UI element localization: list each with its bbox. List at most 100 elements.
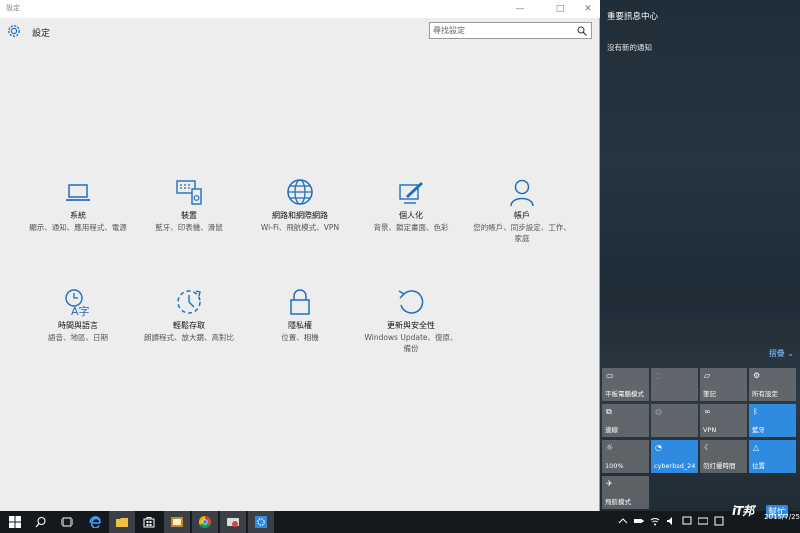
search-button[interactable] (28, 511, 54, 533)
maximize-button[interactable]: □ (550, 2, 570, 16)
close-button[interactable]: ✕ (578, 2, 598, 16)
task-view-button[interactable] (54, 511, 80, 533)
tile-label: 輕鬆存取 (173, 321, 205, 330)
quick-action-airplane-mode[interactable]: ✈ 飛航模式 (602, 476, 649, 509)
quick-action-disabled[interactable]: ◌ (651, 368, 698, 401)
action-center-title: 重要訊息中心 (607, 12, 659, 22)
tile-label: 個人化 (399, 211, 423, 220)
connect-icon: ⧉ (606, 407, 612, 416)
tile-description: 語音、地區、日期 (48, 333, 108, 342)
quick-action-tablet-mode[interactable]: ▭ 平板電腦模式 (602, 368, 649, 401)
tile-personalization[interactable]: 個人化 背景、鎖定畫面、色彩 (356, 177, 466, 233)
quick-action-label: 100% (605, 462, 624, 470)
chrome-icon (199, 516, 211, 528)
note-icon: ▱ (704, 371, 711, 380)
moon-icon: ☾ (704, 443, 712, 452)
notification-icon[interactable] (682, 516, 692, 526)
bluetooth-icon: ᛒ (753, 407, 758, 416)
app-button[interactable] (220, 511, 246, 533)
collapse-button[interactable]: 摺疊 ⌄ (769, 348, 794, 359)
chevron-up-icon[interactable] (618, 516, 628, 526)
tablet-icon: ▭ (606, 371, 614, 380)
gear-icon (255, 516, 267, 528)
quick-action-vpn[interactable]: ∞ VPN (700, 404, 747, 437)
ease-of-access-icon (177, 290, 201, 314)
quick-action-all-settings[interactable]: ⚙ 所有設定 (749, 368, 796, 401)
quick-action-label: 藍牙 (752, 426, 765, 434)
tile-description: 位置、相機 (281, 333, 319, 342)
tile-time-language[interactable]: A字 時間與語言 語音、地區、日期 (23, 287, 133, 343)
minimize-button[interactable]: — (510, 2, 530, 16)
quick-action-label: 飛航模式 (605, 498, 631, 506)
photo-app-button[interactable] (164, 511, 190, 533)
tile-description: 背景、鎖定畫面、色彩 (373, 223, 449, 232)
laptop-icon (66, 184, 90, 201)
tile-privacy[interactable]: 隱私權 位置、相機 (245, 287, 355, 343)
tile-devices[interactable]: 裝置 藍牙、印表機、滑鼠 (134, 177, 244, 233)
tile-description: 藍牙、印表機、滑鼠 (155, 223, 223, 232)
battery-icon[interactable] (634, 516, 644, 526)
brightness-icon: ☼ (606, 443, 614, 452)
quick-action-note[interactable]: ▱ 筆記 (700, 368, 747, 401)
tile-label: 時間與語言 (58, 321, 98, 330)
quick-action-label: 連線 (605, 426, 618, 434)
airplane-icon: ✈ (606, 479, 613, 488)
tile-label: 隱私權 (288, 321, 312, 330)
tile-ease-of-access[interactable]: 輕鬆存取 朗讀程式、放大鏡、高對比 (134, 287, 244, 343)
devices-icon (176, 180, 202, 205)
quick-action-connect[interactable]: ⧉ 連線 (602, 404, 649, 437)
tile-description: 朗讀程式、放大鏡、高對比 (144, 333, 234, 342)
location-icon: △ (753, 443, 760, 452)
keyboard-icon[interactable] (698, 516, 708, 526)
tile-label: 網路和網際網路 (272, 211, 328, 220)
search-box[interactable] (429, 22, 592, 39)
chrome-button[interactable] (192, 511, 218, 533)
search-input[interactable] (433, 24, 573, 37)
quick-action-label: 筆記 (703, 390, 716, 398)
store-button[interactable] (136, 511, 162, 533)
input-method-icon[interactable] (714, 516, 724, 526)
gear-icon: ⚙ (753, 371, 761, 380)
chevron-down-icon: ⌄ (787, 349, 794, 358)
quick-action-label: cyberbsd_24 (654, 462, 696, 470)
taskbar-clock[interactable]: 2015/7/25 (760, 513, 800, 521)
tile-update-security[interactable]: 更新與安全性 Windows Update、復原、備份 (356, 287, 466, 354)
quick-action-wifi[interactable]: ◔ cyberbsd_24 (651, 440, 698, 473)
tile-accounts[interactable]: 帳戶 您的帳戶、同步設定、工作、家庭 (467, 177, 577, 244)
tile-label: 更新與安全性 (387, 321, 435, 330)
quick-action-brightness[interactable]: ☼ 100% (602, 440, 649, 473)
start-button[interactable] (2, 511, 28, 533)
lock-icon (290, 289, 310, 315)
quick-action-label: 平板電腦模式 (605, 390, 644, 398)
tile-label: 裝置 (181, 211, 197, 220)
settings-taskbar-button[interactable] (248, 511, 274, 533)
tile-label: 帳戶 (514, 211, 530, 220)
time-language-icon: A字 (65, 289, 90, 317)
paint-icon (399, 182, 423, 204)
volume-icon[interactable] (666, 516, 676, 526)
quick-action-label: VPN (703, 426, 717, 434)
vpn-icon: ∞ (704, 407, 711, 416)
windows-logo-icon (9, 516, 21, 528)
quick-action-bluetooth[interactable]: ᛒ 藍牙 (749, 404, 796, 437)
edge-button[interactable] (82, 511, 108, 533)
tile-description: 您的帳戶、同步設定、工作、家庭 (473, 223, 571, 243)
globe-icon (287, 179, 313, 205)
wifi-icon[interactable] (650, 516, 660, 526)
app-icon (227, 518, 239, 527)
file-explorer-button[interactable] (109, 511, 135, 533)
search-icon[interactable] (577, 26, 587, 36)
quick-action-location[interactable]: △ 位置 (749, 440, 796, 473)
tile-description: 顯示、通知、應用程式、電源 (29, 223, 127, 232)
tile-description: Windows Update、復原、備份 (364, 333, 458, 353)
tile-system[interactable]: 系統 顯示、通知、應用程式、電源 (23, 177, 133, 233)
title-bar[interactable]: 設定 — □ ✕ (0, 0, 600, 18)
quick-action-label: 勿打擾時間 (703, 462, 736, 470)
task-view-icon (61, 517, 73, 527)
quick-action-label: 所有設定 (752, 390, 778, 398)
taskbar (0, 511, 800, 533)
quick-action-disabled[interactable]: ◍ (651, 404, 698, 437)
quick-action-quiet-hours[interactable]: ☾ 勿打擾時間 (700, 440, 747, 473)
tile-network[interactable]: 網路和網際網路 Wi-Fi、飛航模式、VPN (245, 177, 355, 233)
edge-icon (89, 516, 101, 528)
